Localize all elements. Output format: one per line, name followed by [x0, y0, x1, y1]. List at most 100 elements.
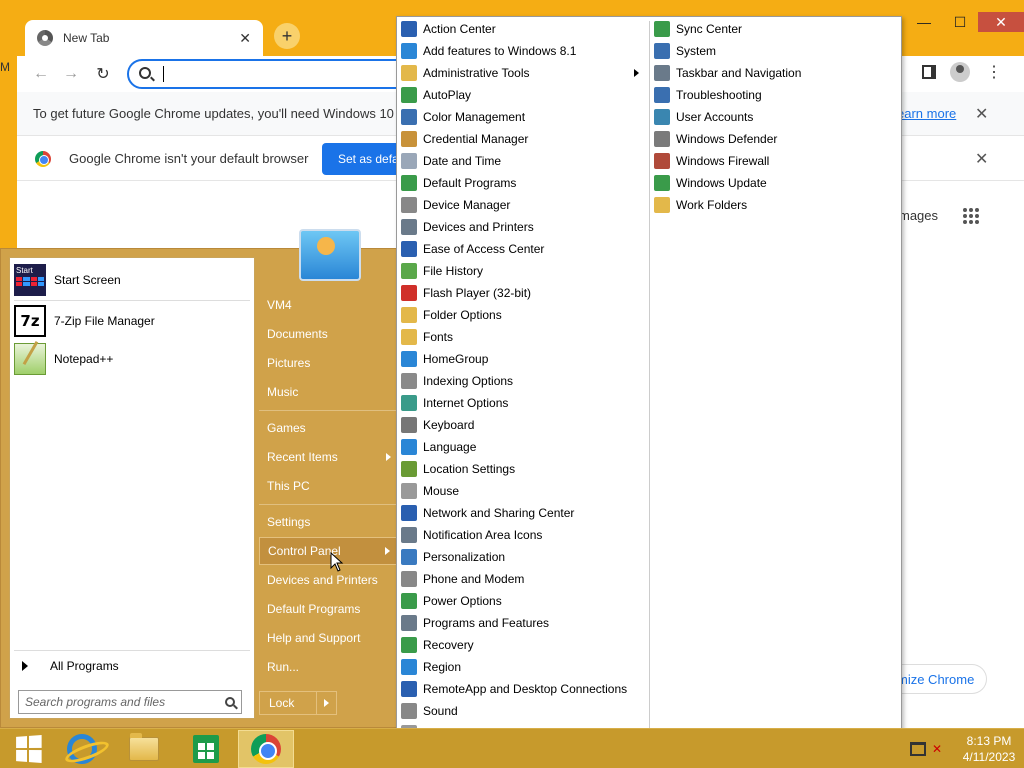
maximize-button[interactable]: ☐ — [942, 12, 978, 32]
control-panel-item[interactable]: Internet Options — [399, 392, 647, 414]
control-panel-item[interactable]: Mouse — [399, 480, 647, 502]
program-notepadpp[interactable]: Notepad++ — [14, 341, 250, 377]
control-panel-item[interactable]: Devices and Printers — [399, 216, 647, 238]
control-panel-item[interactable]: File History — [399, 260, 647, 282]
control-panel-item[interactable]: Fonts — [399, 326, 647, 348]
start-item-documents[interactable]: Documents — [259, 320, 397, 348]
close-window-button[interactable]: ✕ — [978, 12, 1024, 32]
control-panel-item[interactable]: Sound — [399, 700, 647, 722]
taskbar-chrome[interactable] — [238, 730, 294, 768]
start-item-vm4[interactable]: VM4 — [259, 291, 397, 319]
control-panel-item[interactable]: Windows Firewall — [652, 150, 900, 172]
control-panel-item[interactable]: Folder Options — [399, 304, 647, 326]
side-panel-icon[interactable] — [922, 65, 936, 79]
control-panel-item[interactable]: Power Options — [399, 590, 647, 612]
control-panel-item[interactable]: Ease of Access Center — [399, 238, 647, 260]
start-item-pictures[interactable]: Pictures — [259, 349, 397, 377]
tab-new-tab[interactable]: New Tab ✕ — [25, 20, 263, 56]
tab-close-icon[interactable]: ✕ — [239, 30, 251, 47]
control-panel-item[interactable]: HomeGroup — [399, 348, 647, 370]
minimize-button[interactable]: — — [906, 12, 942, 32]
control-panel-item[interactable]: Windows Update — [652, 172, 900, 194]
control-panel-item[interactable]: Programs and Features — [399, 612, 647, 634]
control-panel-item[interactable]: Sync Center — [652, 18, 900, 40]
control-panel-item[interactable]: Work Folders — [652, 194, 900, 216]
start-item-control-panel[interactable]: Control Panel — [259, 537, 397, 565]
forward-button[interactable]: → — [59, 62, 83, 86]
control-panel-applet-icon — [401, 417, 417, 433]
control-panel-item[interactable]: Color Management — [399, 106, 647, 128]
search-icon[interactable] — [225, 697, 235, 707]
program-7zip[interactable]: 7z 7-Zip File Manager — [14, 303, 250, 339]
control-panel-item[interactable]: Notification Area Icons — [399, 524, 647, 546]
start-item-devices-printers[interactable]: Devices and Printers — [259, 566, 397, 594]
control-panel-item[interactable]: Region — [399, 656, 647, 678]
control-panel-item[interactable]: Windows Defender — [652, 128, 900, 150]
control-panel-item[interactable]: Date and Time — [399, 150, 647, 172]
taskbar-store[interactable] — [178, 730, 234, 768]
control-panel-applet-icon — [401, 395, 417, 411]
back-button[interactable]: ← — [29, 62, 53, 86]
start-item-run[interactable]: Run... — [259, 653, 397, 681]
reload-button[interactable]: ↻ — [91, 62, 115, 86]
control-panel-item[interactable]: Indexing Options — [399, 370, 647, 392]
profile-icon[interactable] — [950, 62, 970, 82]
control-panel-item[interactable]: Flash Player (32-bit) — [399, 282, 647, 304]
start-item-recent-items[interactable]: Recent Items — [259, 443, 397, 471]
control-panel-item-label: Date and Time — [423, 154, 502, 168]
control-panel-item[interactable]: Location Settings — [399, 458, 647, 480]
control-panel-item[interactable]: Language — [399, 436, 647, 458]
control-panel-item[interactable]: Keyboard — [399, 414, 647, 436]
learn-more-link[interactable]: earn more — [897, 106, 956, 121]
control-panel-item[interactable]: Network and Sharing Center — [399, 502, 647, 524]
start-item-label: Recent Items — [267, 450, 338, 464]
control-panel-item[interactable]: Troubleshooting — [652, 84, 900, 106]
apps-grid-icon[interactable] — [963, 208, 979, 224]
control-panel-item[interactable]: Action Center — [399, 18, 647, 40]
close-icon[interactable]: ✕ — [975, 149, 988, 169]
control-panel-item[interactable]: Personalization — [399, 546, 647, 568]
control-panel-applet-icon — [401, 131, 417, 147]
taskbar: ✕ 8:13 PM 4/11/2023 — [0, 728, 1024, 768]
program-start-screen[interactable]: Start Start Screen — [14, 262, 250, 298]
user-picture-icon[interactable] — [299, 229, 361, 281]
control-panel-item[interactable]: Default Programs — [399, 172, 647, 194]
control-panel-item[interactable]: AutoPlay — [399, 84, 647, 106]
start-item-music[interactable]: Music — [259, 378, 397, 406]
start-item-default-programs[interactable]: Default Programs — [259, 595, 397, 623]
start-item-this-pc[interactable]: This PC — [259, 472, 397, 500]
volume-muted-icon[interactable]: ✕ — [932, 742, 948, 756]
images-link[interactable]: mages — [899, 208, 938, 223]
control-panel-applet-icon — [654, 175, 670, 191]
control-panel-item[interactable]: RemoteApp and Desktop Connections — [399, 678, 647, 700]
control-panel-item[interactable]: User Accounts — [652, 106, 900, 128]
control-panel-item[interactable]: Administrative Tools — [399, 62, 647, 84]
start-item-help-support[interactable]: Help and Support — [259, 624, 397, 652]
control-panel-item[interactable]: Add features to Windows 8.1 — [399, 40, 647, 62]
all-programs-button[interactable]: All Programs — [14, 654, 250, 678]
taskbar-internet-explorer[interactable] — [54, 730, 110, 768]
control-panel-item-label: RemoteApp and Desktop Connections — [423, 682, 628, 696]
lock-button[interactable]: Lock — [259, 691, 337, 715]
clock[interactable]: 8:13 PM 4/11/2023 — [954, 733, 1024, 765]
new-tab-button[interactable]: + — [274, 23, 300, 49]
control-panel-item[interactable]: Device Manager — [399, 194, 647, 216]
start-button[interactable] — [0, 730, 56, 768]
start-item-settings[interactable]: Settings — [259, 508, 397, 536]
control-panel-item[interactable]: Taskbar and Navigation — [652, 62, 900, 84]
control-panel-item[interactable]: Credential Manager — [399, 128, 647, 150]
control-panel-item[interactable]: Recovery — [399, 634, 647, 656]
customize-chrome-button[interactable]: mize Chrome — [887, 664, 987, 694]
search-icon — [139, 67, 151, 79]
control-panel-item[interactable]: Phone and Modem — [399, 568, 647, 590]
taskbar-file-explorer[interactable] — [116, 730, 172, 768]
close-icon[interactable]: ✕ — [975, 104, 988, 124]
address-bar[interactable] — [127, 59, 427, 89]
network-icon[interactable] — [910, 742, 926, 756]
lock-options-button[interactable] — [316, 692, 336, 714]
chrome-menu-button[interactable]: ⋮ — [984, 62, 1004, 82]
search-programs-input[interactable]: Search programs and files — [18, 690, 242, 714]
control-panel-item[interactable]: System — [652, 40, 900, 62]
separator — [14, 300, 250, 301]
start-item-games[interactable]: Games — [259, 414, 397, 442]
